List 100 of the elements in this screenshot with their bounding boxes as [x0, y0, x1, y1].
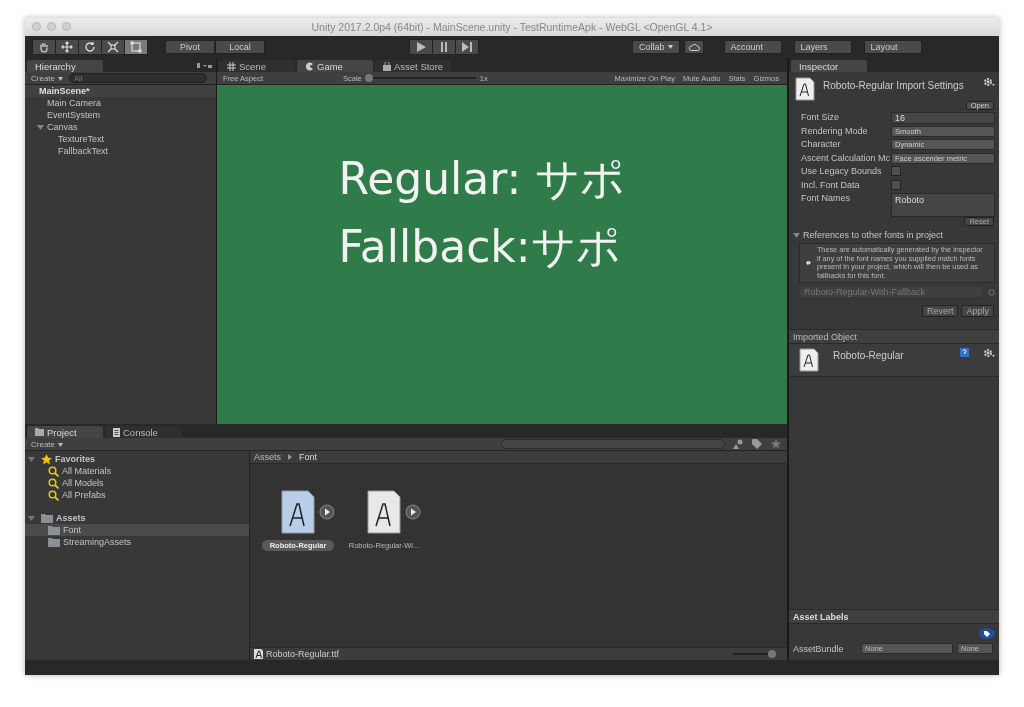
filter-type-icon[interactable] [733, 439, 744, 449]
hierarchy-item[interactable]: FallbackText [58, 146, 109, 156]
selected-file-path: Roboto-Regular.ttf [266, 649, 340, 659]
breadcrumb-item[interactable]: Assets [254, 452, 281, 462]
scene-tab[interactable]: Scene [219, 60, 295, 72]
field-label: AssetBundle [793, 643, 845, 654]
rect-tool-button[interactable] [124, 39, 148, 55]
create-dropdown[interactable]: Create [31, 439, 63, 449]
play-icon [416, 42, 426, 52]
settings-icon[interactable] [983, 77, 995, 87]
imported-object-name: Roboto-Regular [833, 350, 904, 361]
play-button[interactable] [409, 39, 433, 55]
window-title: Unity 2017.2.0p4 (64bit) - MainScene.unity - TestRuntimeApk - WebGL <OpenGL 4.1> [311, 21, 713, 33]
bag-icon [383, 61, 391, 71]
game-tab[interactable]: Game [297, 60, 373, 72]
game-text: Fallback:サポ [338, 220, 622, 274]
cloud-icon [687, 43, 700, 51]
revert-button[interactable]: Revert [921, 305, 959, 317]
store-tab[interactable]: Asset Store [375, 60, 452, 72]
layers-dropdown[interactable]: Layers [793, 40, 852, 54]
inspector-title: Roboto-Regular Import Settings [823, 80, 965, 91]
field-label: Rendering Mode [801, 125, 869, 136]
hand-tool-icon [38, 41, 50, 53]
apply-button[interactable]: Apply [961, 305, 994, 317]
local-button[interactable]: Local [215, 40, 265, 54]
create-dropdown[interactable]: Create [31, 73, 63, 83]
expand-arrow-icon[interactable] [28, 455, 36, 463]
settings-icon[interactable] [983, 348, 995, 358]
search-field[interactable] [501, 439, 725, 449]
expand-play-icon[interactable] [319, 504, 335, 520]
font-file-icon[interactable] [367, 490, 401, 534]
font-names-field[interactable]: Roboto [891, 193, 995, 217]
scale-tool-icon [107, 41, 119, 53]
field-label: Use Legacy Bounds [801, 166, 883, 176]
search-icon [48, 477, 59, 489]
field-label: Character [801, 139, 842, 149]
scale-slider[interactable] [364, 74, 373, 82]
field-label: Font Names [801, 193, 852, 203]
expand-play-icon[interactable] [405, 504, 421, 520]
rotate-tool-icon [84, 41, 96, 53]
project-tree-item[interactable]: Font [63, 525, 81, 535]
field-label: Incl. Font Data [801, 179, 861, 190]
project-tree-item[interactable]: StreamingAssets [63, 537, 132, 547]
breadcrumb-arrow-icon [287, 454, 293, 460]
star-icon[interactable] [771, 439, 781, 449]
expand-arrow-icon[interactable] [28, 514, 36, 522]
document-icon [113, 427, 120, 437]
search-icon [48, 489, 59, 501]
hierarchy-item[interactable]: EventSystem [47, 110, 101, 120]
game-text: Regular: サポ [338, 152, 626, 206]
pivot-button[interactable]: Pivot [165, 40, 215, 54]
hand-tool-button[interactable] [32, 39, 56, 55]
caret-icon [58, 442, 63, 447]
project-tab[interactable]: Project [27, 426, 103, 438]
console-tab[interactable]: Console [105, 426, 181, 438]
hierarchy-item[interactable]: Main Camera [47, 98, 102, 108]
tag-icon[interactable] [979, 628, 995, 639]
pause-button[interactable] [432, 39, 456, 55]
section-title[interactable]: References to other fonts in project [803, 230, 944, 240]
inspector-tab[interactable]: Inspector [791, 60, 867, 72]
grid-icon [227, 61, 236, 71]
star-icon [41, 453, 52, 465]
caret-icon [58, 76, 63, 81]
hierarchy-item[interactable]: TextureText [58, 134, 105, 144]
rotate-tool-button[interactable] [78, 39, 102, 55]
hierarchy-tab[interactable]: Hierarchy [27, 60, 103, 72]
account-dropdown[interactable]: Account [723, 40, 782, 54]
move-tool-button[interactable] [55, 39, 79, 55]
breadcrumb-item[interactable]: Font [299, 452, 318, 462]
caret-icon [667, 45, 673, 49]
collab-dropdown[interactable]: Collab [632, 40, 680, 54]
scale-tool-button[interactable] [101, 39, 125, 55]
font-file-icon [795, 77, 815, 101]
project-tree-item[interactable]: All Prefabs [62, 490, 106, 500]
hierarchy-item[interactable]: Canvas [47, 122, 78, 132]
project-tree-item[interactable]: All Models [62, 478, 104, 488]
project-tree-item[interactable]: Assets [56, 513, 86, 523]
game-icon [305, 61, 314, 71]
icon-size-slider[interactable] [768, 650, 776, 658]
cloud-button[interactable] [683, 40, 704, 54]
step-icon [462, 42, 472, 52]
expand-arrow-icon[interactable] [37, 123, 45, 131]
pause-icon [439, 42, 449, 52]
move-tool-icon [61, 41, 73, 53]
project-tree-item[interactable]: All Materials [62, 466, 111, 476]
checkbox[interactable] [891, 179, 901, 190]
field-label: Font Size [801, 112, 841, 122]
project-tree-item[interactable]: Favorites [55, 454, 96, 464]
rect-tool-icon [130, 41, 142, 53]
field-label: Ascent Calculation Mc [801, 152, 891, 163]
font-file-icon[interactable] [281, 490, 315, 534]
layout-dropdown[interactable]: Layout [863, 40, 922, 54]
panel-menu-icon[interactable] [196, 62, 212, 70]
help-icon[interactable] [960, 348, 969, 357]
search-icon [48, 465, 59, 477]
checkbox[interactable] [891, 166, 901, 176]
font-size-field[interactable]: 16 [891, 112, 995, 124]
expand-arrow-icon[interactable] [793, 231, 801, 239]
font-file-icon [799, 348, 819, 372]
step-button[interactable] [455, 39, 479, 55]
